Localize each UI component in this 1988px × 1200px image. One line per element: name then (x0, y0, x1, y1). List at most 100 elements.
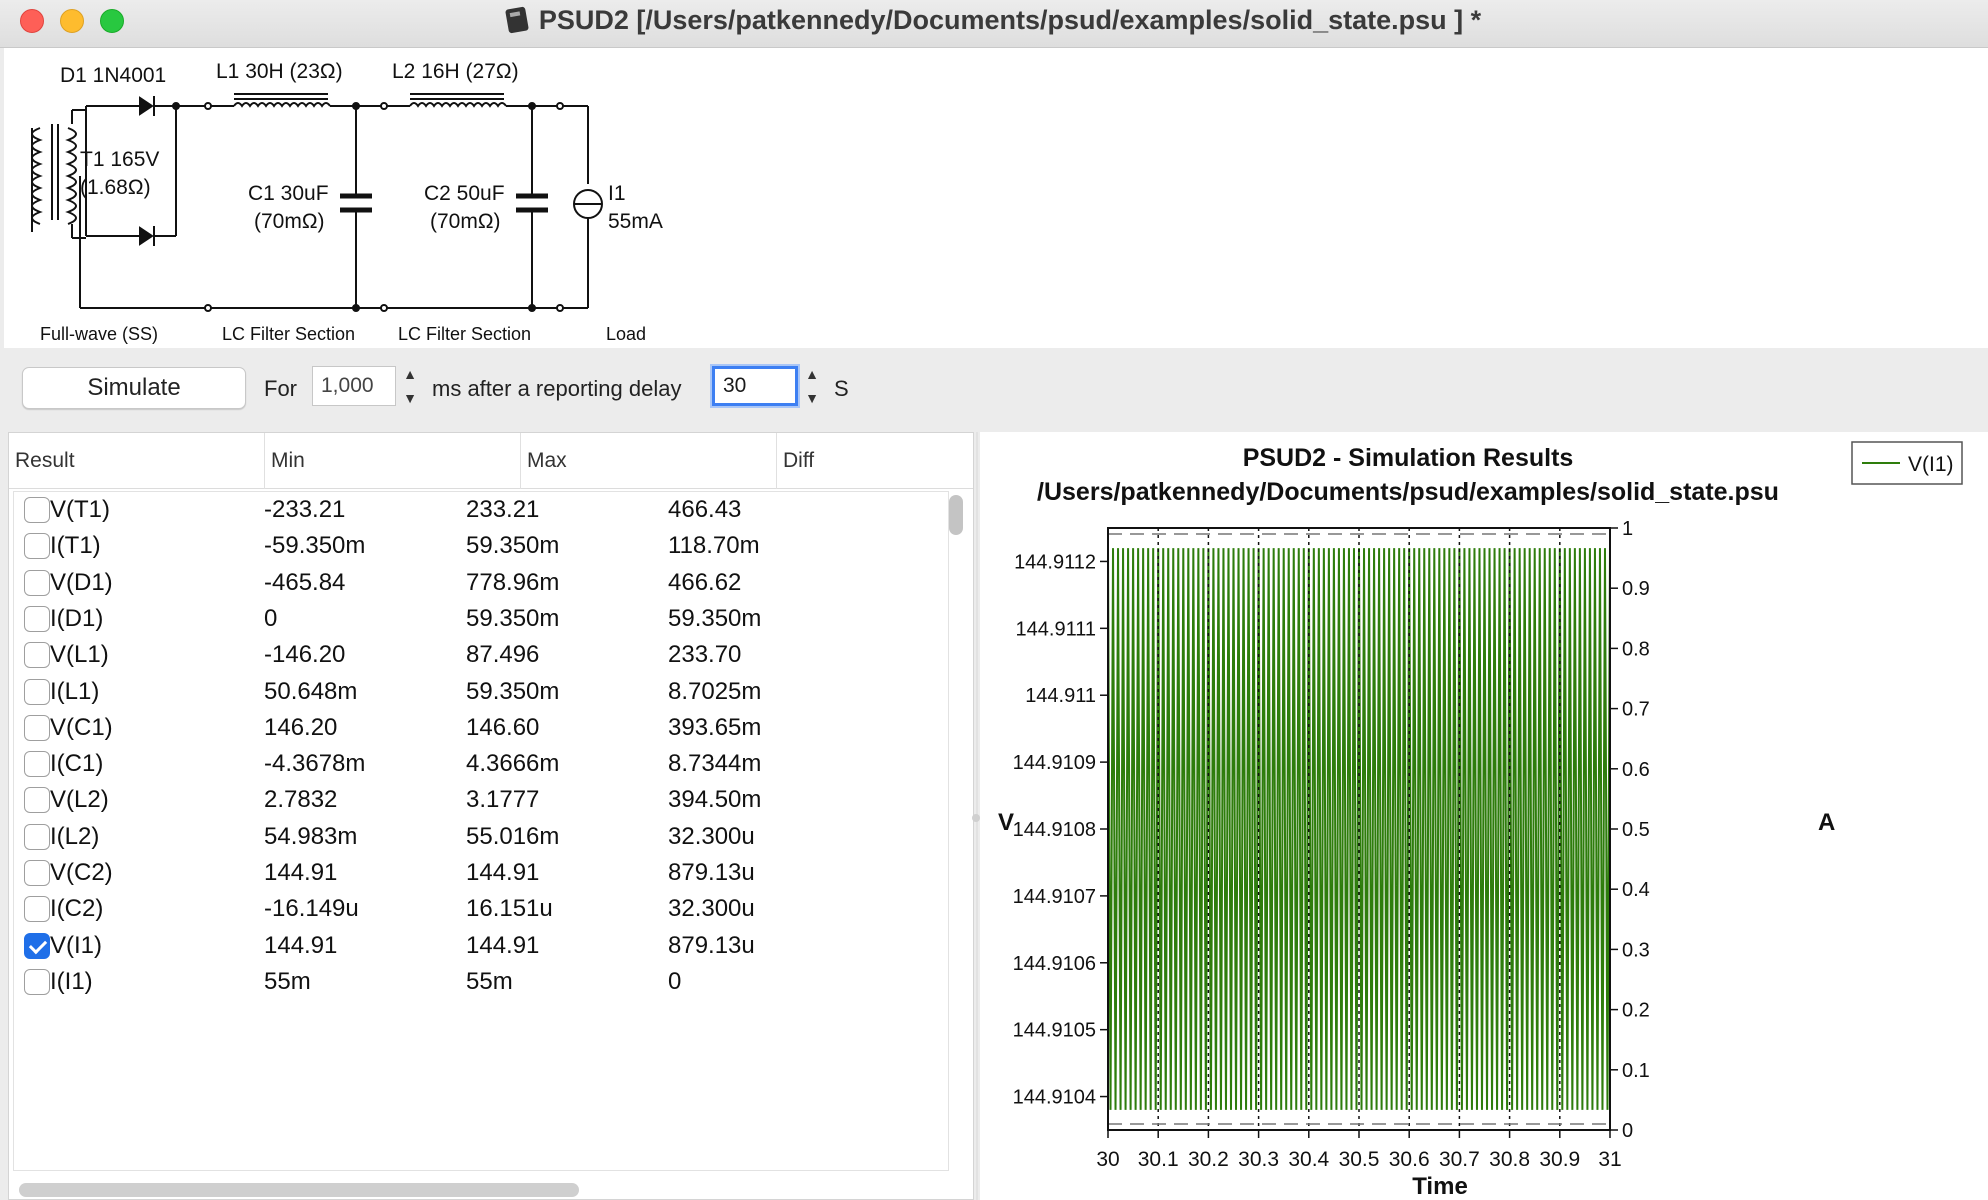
cell-min: 55m (264, 967, 311, 995)
result-checkbox[interactable] (24, 533, 50, 560)
delay-input[interactable]: 30 (712, 366, 798, 406)
c1-label: C1 30uF (248, 182, 329, 205)
cell-diff: 879.13u (668, 859, 755, 886)
cell-name: I(T1) (50, 532, 101, 560)
column-header-min[interactable]: Min (265, 433, 521, 489)
table-row[interactable]: V(L2) 2.7832 3.1777 394.50m (14, 782, 950, 818)
table-row[interactable]: V(T1) -233.21 233.21 466.43 (14, 492, 950, 528)
result-checkbox[interactable] (24, 714, 50, 741)
delay-stepper[interactable]: ▲ ▼ (802, 366, 822, 406)
x-tick-label: 30.4 (1288, 1148, 1329, 1171)
y-left-tick-label: 144.9105 (1013, 1020, 1096, 1042)
d1-label: D1 1N4001 (60, 64, 166, 87)
transformer-t1-symbol[interactable] (31, 109, 86, 308)
cell-name: V(D1) (50, 568, 113, 596)
results-chart: PSUD2 - Simulation Results /Users/patken… (980, 432, 1988, 1200)
y-left-tick-label: 144.9111 (1016, 618, 1096, 640)
table-row[interactable]: V(C2) 144.91 144.91 879.13u (14, 855, 950, 891)
l2-label: L2 16H (27Ω) (392, 60, 519, 83)
schematic-canvas[interactable]: D1 1N4001 T1 165V (1.68Ω) L1 30H (23Ω) L… (4, 48, 1988, 348)
document-icon (504, 6, 529, 34)
stepper-up-icon[interactable]: ▲ (805, 366, 819, 382)
table-horizontal-scrollbar[interactable] (19, 1183, 579, 1197)
table-row[interactable]: I(I1) 55m 55m 0 (14, 964, 950, 1000)
capacitor-c1-symbol[interactable] (340, 193, 372, 213)
table-vertical-scrollbar[interactable] (949, 495, 963, 535)
duration-input[interactable]: 1,000 (312, 366, 396, 406)
y-right-tick-label: 0.8 (1622, 638, 1650, 660)
table-row[interactable]: I(L2) 54.983m 55.016m 32.300u (14, 819, 950, 855)
table-row[interactable]: V(I1) 144.91 144.91 879.13u (14, 928, 950, 964)
i1-current-label: 55mA (608, 210, 663, 233)
cell-diff: 233.70 (668, 641, 742, 669)
y-left-tick-label: 144.911 (1025, 685, 1096, 707)
cell-min: 2.7832 (264, 786, 338, 814)
column-header-result[interactable]: Result (9, 433, 265, 489)
i1-label: I1 (608, 182, 626, 205)
cell-max: 4.3666m (466, 750, 560, 778)
cell-diff: 8.7344m (668, 750, 762, 778)
plot-area[interactable]: 30 30.1 30.2 30.3 30.4 30.5 30.6 30.7 30.8 30.9 31… (1013, 518, 1650, 1171)
result-checkbox[interactable] (24, 787, 50, 814)
table-row[interactable]: V(C1) 146.20 146.60 393.65m (14, 710, 950, 746)
table-row[interactable]: V(L1) -146.20 87.496 233.70 (14, 637, 950, 673)
c2-label: C2 50uF (424, 182, 505, 205)
column-header-diff[interactable]: Diff (777, 433, 973, 489)
simulate-button[interactable]: Simulate (22, 367, 246, 409)
x-tick-label: 30.5 (1339, 1148, 1380, 1171)
inductor-l2-symbol[interactable] (409, 93, 507, 108)
title-bar: PSUD2 [/Users/patkennedy/Documents/psud/… (0, 0, 1988, 48)
column-header-max[interactable]: Max (521, 433, 777, 489)
y-axis-right-label: A (1818, 809, 1835, 836)
result-checkbox[interactable] (24, 860, 50, 886)
result-checkbox[interactable] (24, 605, 50, 632)
y-left-tick-label: 144.9109 (1013, 752, 1096, 774)
duration-stepper[interactable]: ▲ ▼ (400, 366, 420, 406)
result-checkbox[interactable] (24, 497, 50, 523)
cell-max: 144.91 (466, 859, 540, 886)
cell-diff: 393.65m (668, 713, 762, 741)
table-row[interactable]: I(D1) 0 59.350m 59.350m (14, 601, 950, 637)
table-row[interactable]: I(C1) -4.3678m 4.3666m 8.7344m (14, 746, 950, 782)
splitter-handle[interactable] (972, 814, 980, 822)
simulation-controls: Simulate For 1,000 ▲ ▼ ms after a report… (4, 350, 1988, 422)
diode-d1-symbol[interactable] (139, 96, 155, 246)
result-checkbox[interactable] (24, 968, 50, 995)
stepper-down-icon[interactable]: ▼ (805, 390, 819, 406)
table-row[interactable]: I(L1) 50.648m 59.350m 8.7025m (14, 674, 950, 710)
result-checkbox[interactable] (24, 642, 50, 669)
cell-diff: 0 (668, 967, 682, 995)
y-right-tick-label: 0.4 (1622, 879, 1650, 901)
table-row[interactable]: V(D1) -465.84 778.96m 466.62 (14, 565, 950, 601)
result-checkbox[interactable] (24, 751, 50, 778)
cell-min: -146.20 (264, 641, 346, 669)
cell-name: I(L2) (50, 822, 100, 850)
result-checkbox[interactable] (24, 678, 50, 705)
result-checkbox[interactable] (24, 823, 50, 850)
inductor-l1-symbol[interactable] (233, 93, 331, 108)
chart-legend[interactable]: V(I1) (1851, 441, 1963, 485)
rectifier-section-label: Full-wave (SS) (40, 324, 158, 344)
cell-max: 144.91 (466, 931, 540, 959)
cell-max: 59.350m (466, 677, 560, 705)
x-tick-label: 30.3 (1238, 1148, 1279, 1171)
stepper-down-icon[interactable]: ▼ (403, 390, 417, 406)
cell-name: V(C2) (50, 859, 113, 886)
chart-title: PSUD2 - Simulation Results (1243, 444, 1574, 472)
cell-min: 144.91 (264, 931, 338, 959)
table-row[interactable]: I(C2) -16.149u 16.151u 32.300u (14, 891, 950, 927)
cell-max: 55.016m (466, 822, 560, 850)
table-row[interactable]: I(T1) -59.350m 59.350m 118.70m (14, 528, 950, 564)
window-title: PSUD2 [/Users/patkennedy/Documents/psud/… (538, 4, 1482, 35)
y-right-tick-label: 0.6 (1622, 759, 1650, 781)
stepper-up-icon[interactable]: ▲ (403, 366, 417, 382)
result-checkbox[interactable] (24, 569, 50, 596)
chart-subtitle: /Users/patkennedy/Documents/psud/example… (1037, 478, 1779, 506)
cell-min: -16.149u (264, 895, 359, 923)
cell-diff: 466.43 (668, 496, 742, 523)
result-checkbox[interactable] (24, 896, 50, 923)
capacitor-c2-symbol[interactable] (516, 193, 548, 213)
cell-diff: 32.300u (668, 822, 755, 850)
result-checkbox[interactable] (24, 932, 50, 959)
cell-max: 16.151u (466, 895, 553, 923)
